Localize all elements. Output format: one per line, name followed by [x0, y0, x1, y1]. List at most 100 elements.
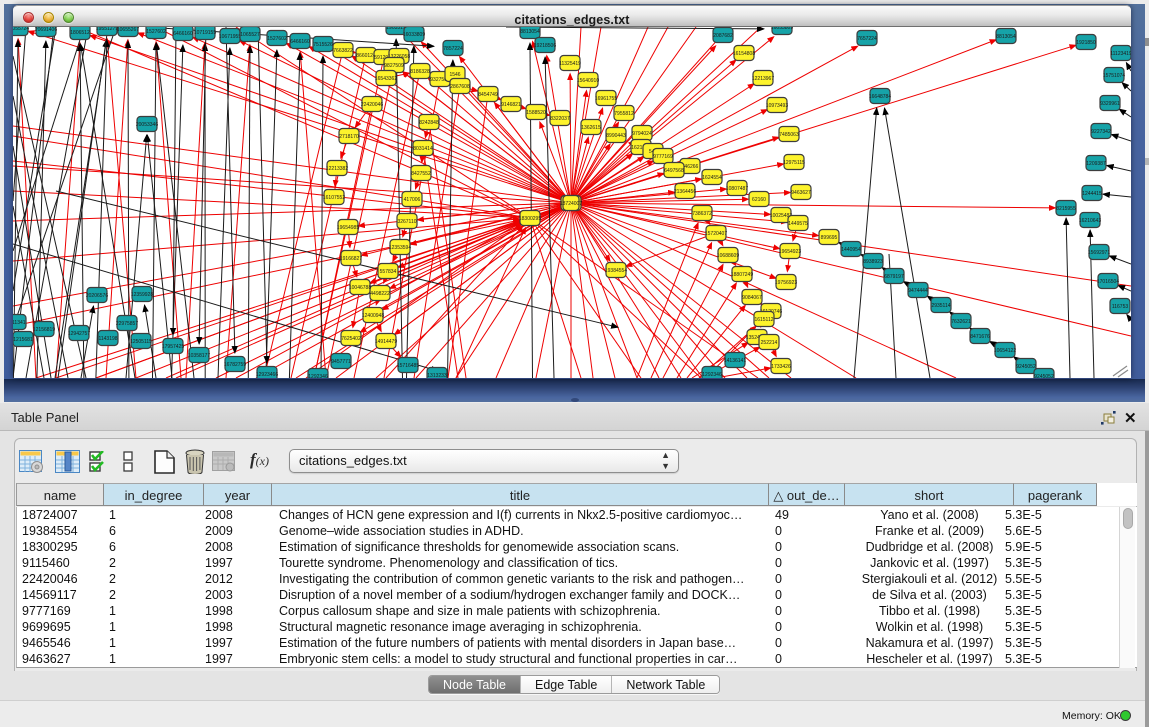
svg-text:8186328: 8186328: [410, 69, 430, 75]
svg-text:18300295: 18300295: [519, 216, 541, 222]
svg-text:4498222: 4498222: [370, 291, 390, 297]
svg-text:417006: 417006: [404, 197, 421, 203]
svg-text:8242848: 8242848: [419, 120, 439, 126]
svg-text:8938923: 8938923: [863, 259, 883, 265]
svg-text:12359928: 12359928: [131, 292, 153, 298]
svg-text:19384554: 19384554: [605, 268, 627, 274]
svg-text:12923466: 12923466: [256, 372, 278, 378]
svg-text:7955812: 7955812: [614, 111, 634, 117]
svg-text:116753: 116753: [1112, 304, 1129, 310]
svg-text:16107552: 16107552: [323, 195, 345, 201]
svg-text:1806512: 1806512: [70, 30, 90, 36]
svg-text:8660124: 8660124: [356, 53, 376, 59]
svg-text:14914479: 14914479: [375, 339, 397, 345]
svg-text:9463627: 9463627: [791, 190, 811, 196]
svg-text:10719155: 10719155: [194, 30, 216, 36]
svg-text:18807249: 18807249: [731, 272, 753, 278]
svg-text:21364456: 21364456: [674, 189, 696, 195]
svg-text:10807487: 10807487: [726, 186, 748, 192]
svg-text:8454749: 8454749: [478, 92, 498, 98]
svg-text:17016504: 17016504: [1097, 279, 1119, 285]
svg-text:1313233: 1313233: [427, 373, 447, 378]
svg-text:8471676: 8471676: [970, 334, 990, 340]
svg-text:2718170: 2718170: [339, 134, 359, 140]
svg-text:19551279: 19551279: [96, 27, 118, 32]
svg-text:10654122: 10654122: [994, 348, 1016, 354]
svg-text:1215681: 1215681: [13, 337, 33, 343]
svg-text:1143198: 1143198: [98, 336, 117, 342]
svg-text:6466160: 6466160: [173, 31, 193, 37]
svg-text:1362615: 1362615: [581, 125, 601, 131]
svg-text:557834: 557834: [380, 269, 397, 275]
svg-text:9146821: 9146821: [501, 102, 521, 108]
svg-text:16154808: 16154808: [733, 51, 755, 57]
svg-text:1615112: 1615112: [754, 317, 773, 323]
svg-text:3267110: 3267110: [397, 219, 416, 225]
svg-text:1449575: 1449575: [788, 221, 808, 227]
svg-text:8813054: 8813054: [520, 29, 540, 35]
svg-text:8215955: 8215955: [1056, 206, 1076, 212]
svg-text:12213382: 12213382: [326, 166, 348, 172]
svg-text:14055724: 14055724: [13, 27, 29, 32]
svg-text:6879197: 6879197: [884, 274, 904, 280]
svg-text:16053809: 16053809: [771, 27, 793, 31]
svg-text:10655267: 10655267: [117, 27, 139, 33]
svg-text:1588520: 1588520: [526, 110, 546, 116]
svg-text:7386372: 7386372: [692, 211, 712, 217]
svg-text:1903319: 1903319: [386, 27, 406, 31]
svg-text:17957425: 17957425: [162, 344, 184, 350]
svg-text:10358177: 10358177: [188, 353, 210, 359]
svg-text:1546: 1546: [449, 72, 460, 78]
svg-text:10973493: 10973493: [766, 103, 788, 109]
svg-text:7632621: 7632621: [951, 319, 971, 325]
svg-text:7485063: 7485063: [779, 132, 799, 138]
svg-text:18724007: 18724007: [560, 201, 582, 207]
svg-text:15692971: 15692971: [1088, 250, 1110, 256]
svg-text:12505115: 12505115: [130, 339, 152, 345]
svg-text:15716485: 15716485: [397, 363, 419, 369]
svg-text:1244415: 1244415: [1082, 191, 1102, 197]
svg-text:7857224: 7857224: [443, 46, 463, 52]
svg-text:7515526: 7515526: [313, 42, 333, 48]
svg-text:16543362: 16543362: [375, 76, 397, 82]
svg-text:12400948: 12400948: [362, 313, 384, 319]
svg-text:8322037: 8322037: [550, 116, 570, 122]
svg-text:3911341: 3911341: [13, 320, 26, 326]
svg-text:16961755: 16961755: [595, 96, 617, 102]
svg-text:899695: 899695: [821, 235, 838, 241]
svg-text:16648784: 16648784: [869, 94, 891, 100]
svg-text:22420046: 22420046: [361, 102, 383, 108]
svg-text:1440954: 1440954: [841, 247, 861, 253]
svg-text:20053346: 20053346: [136, 122, 158, 128]
svg-text:252214: 252214: [761, 340, 778, 346]
svg-text:1624554: 1624554: [702, 175, 722, 181]
svg-text:16782759: 16782759: [224, 362, 246, 368]
svg-text:2867608: 2867608: [450, 84, 470, 90]
svg-text:12213967: 12213967: [752, 76, 774, 82]
svg-text:8427552: 8427552: [411, 171, 431, 177]
svg-text:9245052: 9245052: [1034, 374, 1054, 378]
svg-text:16210643: 16210643: [1079, 218, 1101, 224]
svg-text:7657224: 7657224: [857, 36, 877, 42]
svg-text:9245052: 9245052: [1016, 364, 1036, 370]
svg-text:9329961: 9329961: [1100, 101, 1120, 107]
svg-text:12942757: 12942757: [68, 331, 90, 337]
svg-text:9084067: 9084067: [742, 295, 762, 301]
svg-text:1292346: 1292346: [308, 374, 328, 378]
svg-text:6497568: 6497568: [664, 168, 684, 174]
svg-text:2087682: 2087682: [713, 33, 733, 39]
svg-text:2935114: 2935114: [931, 303, 950, 309]
svg-text:1733426: 1733426: [771, 364, 791, 370]
svg-text:9457771: 9457771: [331, 359, 351, 365]
svg-text:1292346: 1292346: [702, 372, 722, 378]
svg-text:12975115: 12975115: [783, 160, 805, 166]
svg-text:62160: 62160: [752, 197, 766, 203]
svg-text:1209387: 1209387: [1086, 161, 1106, 167]
svg-text:1527602: 1527602: [146, 29, 166, 35]
svg-text:9794024: 9794024: [632, 131, 652, 137]
svg-text:15640910: 15640910: [577, 78, 599, 84]
svg-text:10046788: 10046788: [349, 285, 371, 291]
svg-text:6466160: 6466160: [290, 39, 310, 45]
svg-text:12156819: 12156819: [33, 327, 55, 333]
svg-text:11123419: 11123419: [1110, 51, 1131, 57]
